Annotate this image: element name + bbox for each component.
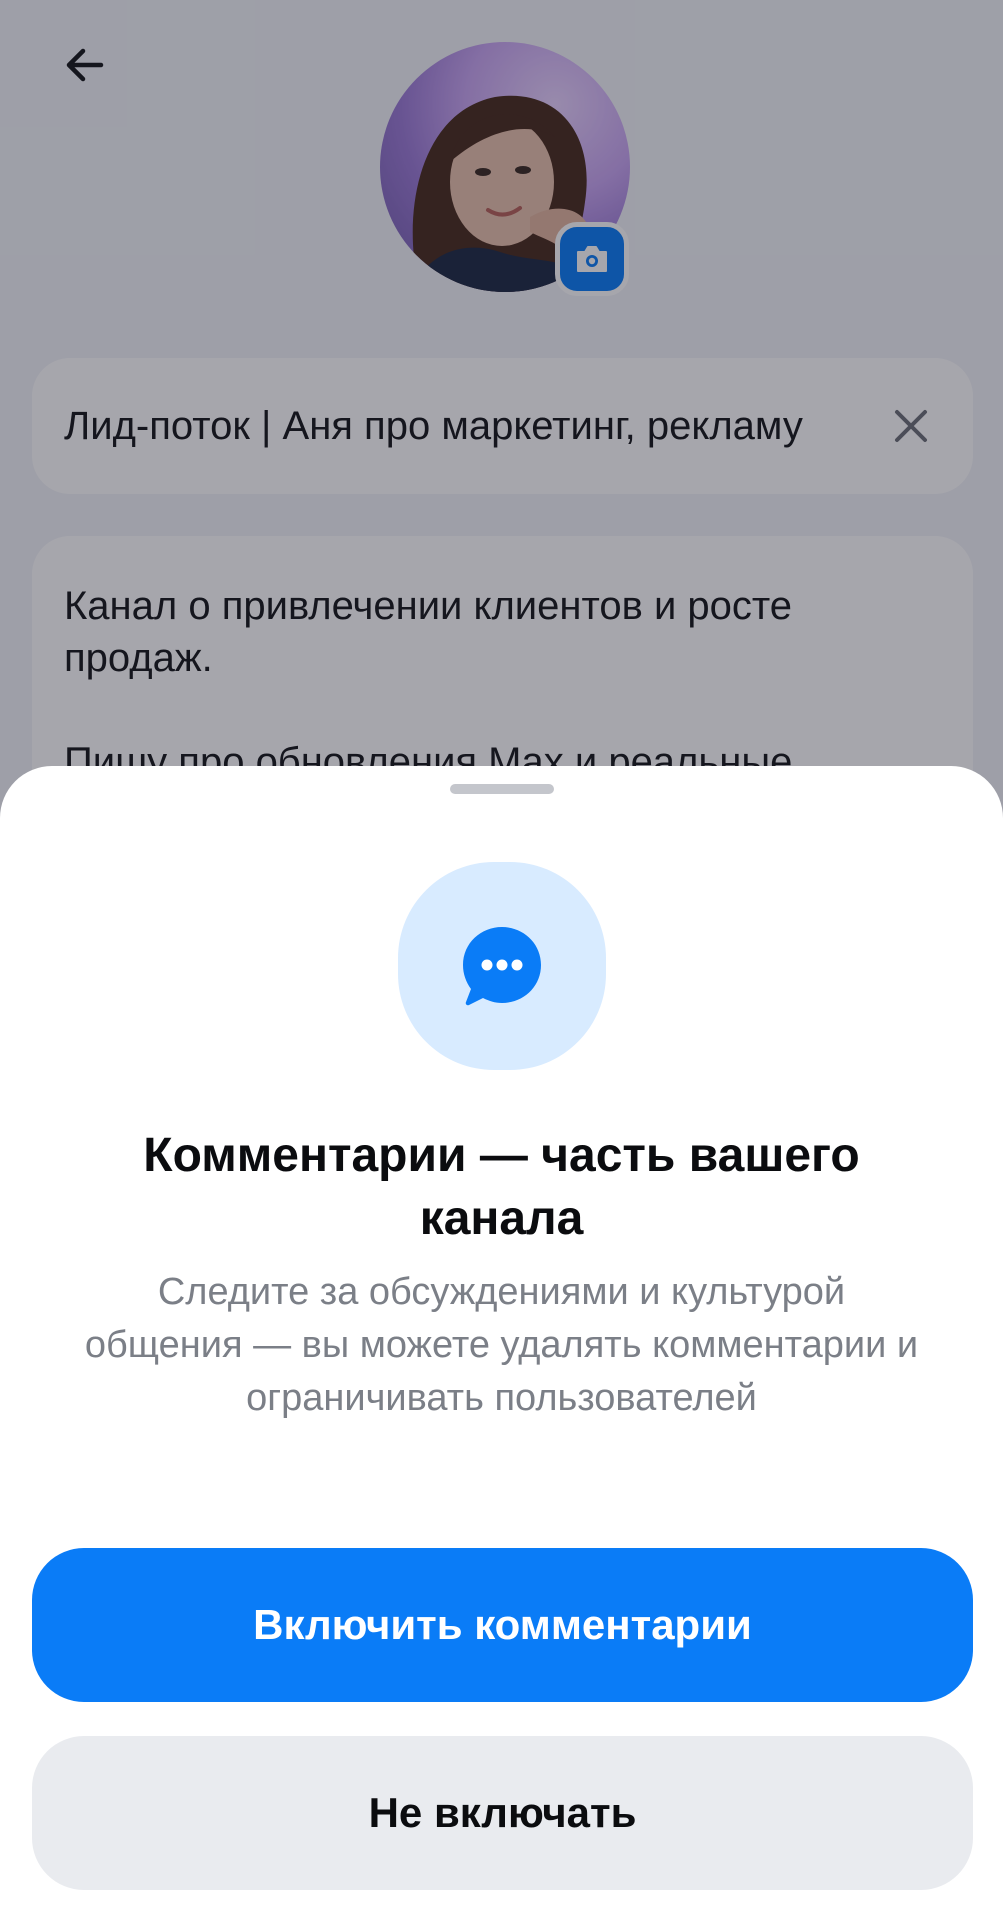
comments-feature-icon-container <box>398 862 606 1070</box>
sheet-drag-handle[interactable] <box>450 784 554 794</box>
chat-bubble-dots-icon <box>463 927 541 1006</box>
skip-comments-button[interactable]: Не включать <box>32 1736 973 1890</box>
enable-comments-button[interactable]: Включить комментарии <box>32 1548 973 1702</box>
comments-bottom-sheet: Комментарии — часть вашего канала Следит… <box>0 766 1003 1920</box>
sheet-description: Следите за обсуждениями и культурой обще… <box>84 1271 919 1419</box>
sheet-title: Комментарии — часть вашего канала <box>143 1129 860 1245</box>
